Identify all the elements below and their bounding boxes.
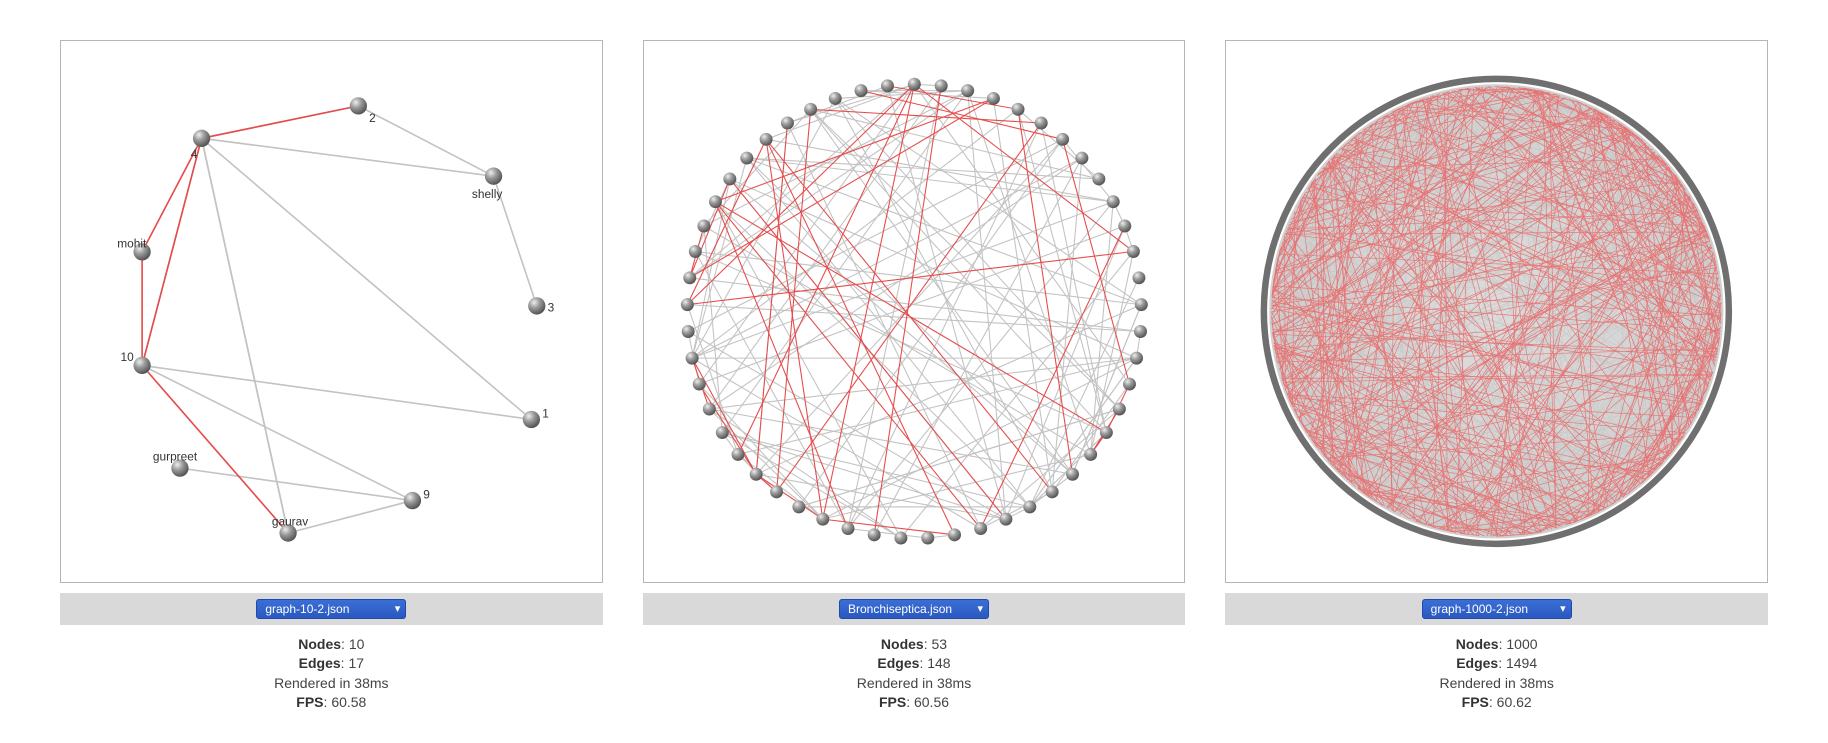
fps-label: FPS [296,694,323,710]
node-label: gaurav [272,514,308,528]
nodes-group: 2 4 shelly mohit 3 10 1 gurpreet 9 gaura… [117,97,554,541]
select-bar-1: graph-10-2.json [60,593,603,625]
node-label: 2 [369,111,376,125]
nodes-value: 1000 [1506,636,1537,652]
node-label: mohit [117,237,147,251]
edges-label: Edges [877,655,919,671]
graph-panel-1: 2 4 shelly mohit 3 10 1 gurpreet 9 gaura… [60,40,603,713]
select-bar-3: graph-1000-2.json [1225,593,1768,625]
graph-svg-2 [644,41,1185,582]
nodes-value: 10 [349,636,365,652]
node-label: 9 [423,487,430,501]
rendered-text: Rendered in 38ms [1439,674,1553,694]
node-label: 1 [542,406,549,420]
stats-3: Nodes: 1000 Edges: 1494 Rendered in 38ms… [1439,635,1553,713]
fps-label: FPS [879,694,906,710]
graph-canvas-2[interactable] [643,40,1186,583]
panel-row: 2 4 shelly mohit 3 10 1 gurpreet 9 gaura… [0,0,1828,743]
node-label: 10 [120,350,134,364]
edges-value: 17 [348,655,364,671]
edges-label: Edges [1456,655,1498,671]
fps-label: FPS [1462,694,1489,710]
graph-svg-3 [1226,41,1767,582]
nodes-label: Nodes [1456,636,1499,652]
node-label: 4 [191,147,198,161]
graph-canvas-1[interactable]: 2 4 shelly mohit 3 10 1 gurpreet 9 gaura… [60,40,603,583]
graph-canvas-3[interactable] [1225,40,1768,583]
select-bar-2: Bronchiseptica.json [643,593,1186,625]
graph-panel-3: graph-1000-2.json Nodes: 1000 Edges: 149… [1225,40,1768,713]
node-label: 3 [548,300,555,314]
nodes-label: Nodes [298,636,341,652]
graph-panel-2: Bronchiseptica.json Nodes: 53 Edges: 148… [643,40,1186,713]
fps-value: 60.62 [1497,694,1532,710]
stats-1: Nodes: 10 Edges: 17 Rendered in 38ms FPS… [274,635,388,713]
dataset-select-3[interactable]: graph-1000-2.json [1422,599,1572,619]
edges-label: Edges [299,655,341,671]
dataset-select-1[interactable]: graph-10-2.json [256,599,406,619]
rendered-text: Rendered in 38ms [857,674,971,694]
edges-value: 148 [927,655,950,671]
edges-value: 1494 [1506,655,1537,671]
stats-2: Nodes: 53 Edges: 148 Rendered in 38ms FP… [857,635,971,713]
nodes-label: Nodes [881,636,924,652]
fps-value: 60.56 [914,694,949,710]
graph-svg-1: 2 4 shelly mohit 3 10 1 gurpreet 9 gaura… [61,41,602,582]
dataset-select-2[interactable]: Bronchiseptica.json [839,599,989,619]
nodes-value: 53 [932,636,948,652]
rendered-text: Rendered in 38ms [274,674,388,694]
fps-value: 60.58 [331,694,366,710]
node-label: shelly [472,187,502,201]
node-label: gurpreet [153,450,198,464]
